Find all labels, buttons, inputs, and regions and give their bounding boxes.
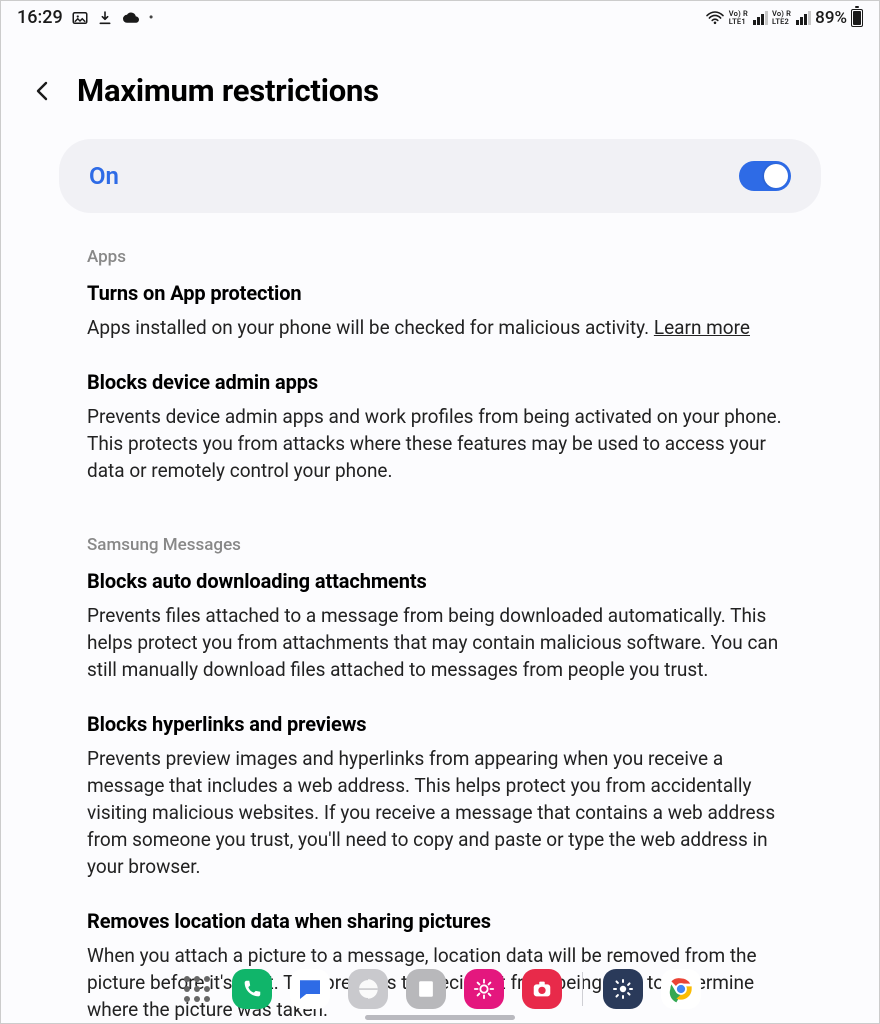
- notes-app-icon[interactable]: [406, 969, 446, 1009]
- item-desc-text: Apps installed on your phone will be che…: [87, 316, 654, 339]
- item-app-protection: Turns on App protection Apps installed o…: [87, 281, 793, 342]
- master-toggle-label: On: [89, 162, 119, 190]
- settings-content: Apps Turns on App protection Apps instal…: [1, 213, 879, 1024]
- back-button[interactable]: [31, 79, 55, 103]
- home-indicator[interactable]: [365, 1015, 515, 1020]
- settings-app-icon[interactable]: [603, 969, 643, 1009]
- battery-icon: [851, 9, 863, 27]
- status-time: 16:29: [17, 7, 63, 28]
- learn-more-link[interactable]: Learn more: [654, 316, 750, 339]
- item-block-hyperlinks: Blocks hyperlinks and previews Prevents …: [87, 712, 793, 881]
- sim2-indicator: Vo) RLTE2: [772, 10, 791, 25]
- messages-app-icon[interactable]: [290, 969, 330, 1009]
- page-header: Maximum restrictions: [1, 32, 879, 139]
- master-toggle-switch[interactable]: [739, 161, 791, 191]
- gallery-app-icon[interactable]: [464, 969, 504, 1009]
- battery-indicator: 89%: [815, 8, 863, 28]
- internet-app-icon[interactable]: [348, 969, 388, 1009]
- item-title: Turns on App protection: [87, 281, 793, 305]
- image-icon: [71, 9, 89, 27]
- dock-divider: [582, 972, 583, 1006]
- item-title: Removes location data when sharing pictu…: [87, 909, 793, 933]
- item-title: Blocks auto downloading attachments: [87, 569, 793, 593]
- signal-bars-icon: [753, 11, 768, 25]
- item-block-admin-apps: Blocks device admin apps Prevents device…: [87, 370, 793, 485]
- item-desc: Prevents files attached to a message fro…: [87, 603, 793, 684]
- phone-app-icon[interactable]: [232, 969, 272, 1009]
- battery-percent: 89%: [815, 8, 847, 28]
- group-title-messages: Samsung Messages: [87, 535, 793, 555]
- master-toggle-card[interactable]: On: [59, 139, 821, 213]
- item-title: Blocks device admin apps: [87, 370, 793, 394]
- item-desc: Prevents device admin apps and work prof…: [87, 404, 793, 485]
- wifi-icon: [705, 10, 725, 26]
- chrome-app-icon[interactable]: [661, 969, 701, 1009]
- download-icon: [97, 10, 113, 26]
- item-block-auto-download: Blocks auto downloading attachments Prev…: [87, 569, 793, 684]
- status-bar: 16:29 • Vo) RLTE1 Vo) RLTE2 89%: [1, 1, 879, 32]
- app-drawer-button[interactable]: [180, 972, 214, 1006]
- dock: [1, 969, 879, 1009]
- more-notif-dot: •: [149, 10, 154, 26]
- signal-bars-icon: [796, 11, 811, 25]
- status-left: 16:29 •: [17, 7, 154, 28]
- camera-app-icon[interactable]: [522, 969, 562, 1009]
- cloud-icon: [121, 10, 141, 26]
- group-title-apps: Apps: [87, 247, 793, 267]
- sim1-indicator: Vo) RLTE1: [729, 10, 748, 25]
- item-title: Blocks hyperlinks and previews: [87, 712, 793, 736]
- item-desc: Apps installed on your phone will be che…: [87, 315, 793, 342]
- page-title: Maximum restrictions: [77, 72, 379, 109]
- item-desc: Prevents preview images and hyperlinks f…: [87, 746, 793, 881]
- status-right: Vo) RLTE1 Vo) RLTE2 89%: [705, 8, 863, 28]
